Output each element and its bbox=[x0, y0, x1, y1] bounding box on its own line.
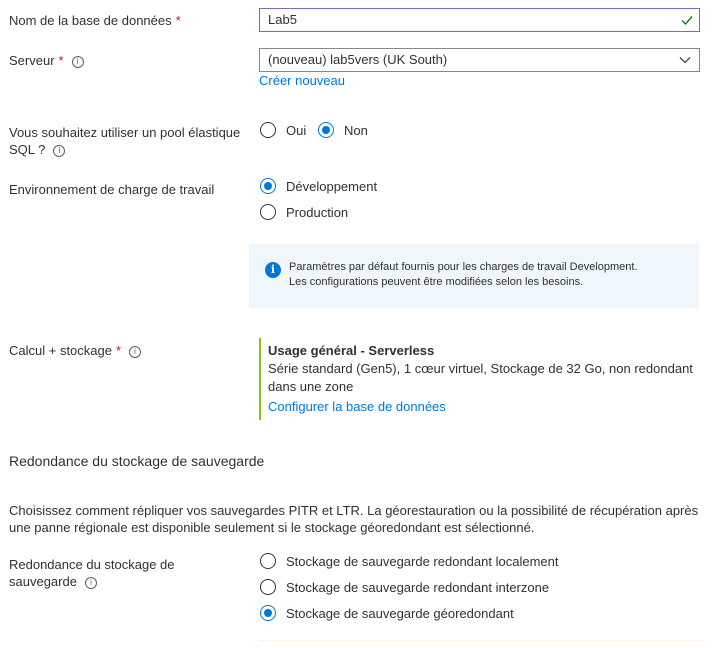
warning-box-edge bbox=[259, 640, 701, 641]
configure-db-link[interactable]: Configurer la base de données bbox=[268, 398, 693, 416]
create-new-link[interactable]: Créer nouveau bbox=[259, 73, 345, 88]
compute-label-text: Calcul + stockage bbox=[9, 343, 112, 358]
info-icon[interactable]: i bbox=[84, 577, 97, 589]
db-name-label: Nom de la base de données * bbox=[9, 12, 181, 29]
workload-dev-radio[interactable]: Développement bbox=[260, 176, 377, 196]
backup-section-title: Redondance du stockage de sauvegarde bbox=[9, 453, 265, 469]
required-marker: * bbox=[175, 13, 181, 28]
compute-accent-bar bbox=[259, 338, 261, 420]
radio-label: Stockage de sauvegarde redondant localem… bbox=[286, 553, 559, 569]
elastic-pool-label-line2: SQL ? bbox=[9, 142, 46, 157]
radio-label: Non bbox=[344, 122, 368, 138]
compute-label: Calcul + stockage * i bbox=[9, 342, 142, 359]
backup-desc-line2: une panne régionale est disponible seule… bbox=[9, 520, 535, 535]
backup-redundancy-label: Redondance du stockage de sauvegarde i bbox=[9, 556, 175, 590]
info-text-line2: Les configurations peuvent être modifiée… bbox=[289, 276, 584, 288]
required-marker: * bbox=[115, 343, 122, 358]
backup-zrs-radio[interactable]: Stockage de sauvegarde redondant interzo… bbox=[260, 577, 549, 597]
radio-button[interactable] bbox=[318, 122, 334, 138]
compute-title: Usage général - Serverless bbox=[268, 343, 435, 358]
radio-label: Stockage de sauvegarde géoredondant bbox=[286, 605, 514, 621]
elastic-pool-label: Vous souhaitez utiliser un pool élastiqu… bbox=[9, 124, 240, 158]
radio-label: Développement bbox=[286, 178, 378, 194]
info-icon[interactable]: i bbox=[71, 56, 84, 68]
backup-description: Choisissez comment répliquer vos sauvega… bbox=[9, 502, 698, 536]
radio-button[interactable] bbox=[260, 178, 276, 194]
required-marker: * bbox=[58, 53, 64, 68]
radio-label: Stockage de sauvegarde redondant interzo… bbox=[286, 579, 550, 595]
radio-button[interactable] bbox=[260, 204, 276, 220]
server-label: Serveur * i bbox=[9, 52, 84, 69]
compute-summary: Usage général - Serverless Série standar… bbox=[268, 342, 693, 416]
backup-label-line1: Redondance du stockage de bbox=[9, 557, 175, 572]
server-select[interactable]: (nouveau) lab5vers (UK South) bbox=[259, 48, 700, 72]
db-name-label-text: Nom de la base de données bbox=[9, 13, 172, 28]
radio-button[interactable] bbox=[260, 605, 276, 621]
server-value: (nouveau) lab5vers (UK South) bbox=[268, 52, 448, 67]
compute-desc-line2: dans une zone bbox=[268, 379, 354, 394]
radio-label: Oui bbox=[286, 122, 307, 138]
workload-label: Environnement de charge de travail bbox=[9, 182, 215, 197]
backup-label-line2: sauvegarde bbox=[9, 574, 77, 589]
backup-grs-radio[interactable]: Stockage de sauvegarde géoredondant bbox=[260, 603, 514, 623]
compute-desc-line1: Série standard (Gen5), 1 cœur virtuel, S… bbox=[268, 361, 693, 376]
elastic-pool-yes-radio[interactable]: Oui bbox=[260, 120, 306, 140]
server-label-text: Serveur bbox=[9, 53, 55, 68]
workload-info-box: i Paramètres par défaut fournis pour les… bbox=[249, 244, 699, 308]
info-icon[interactable]: i bbox=[129, 346, 142, 358]
radio-button[interactable] bbox=[260, 579, 276, 595]
info-icon: i bbox=[265, 262, 281, 278]
radio-label: Production bbox=[286, 204, 349, 220]
checkmark-icon bbox=[681, 9, 693, 38]
backup-lrs-radio[interactable]: Stockage de sauvegarde redondant localem… bbox=[260, 551, 558, 571]
db-name-value: Lab5 bbox=[268, 12, 297, 27]
db-name-input[interactable]: Lab5 bbox=[259, 8, 700, 32]
chevron-down-icon bbox=[679, 49, 691, 78]
backup-desc-line1: Choisissez comment répliquer vos sauvega… bbox=[9, 503, 699, 518]
radio-button[interactable] bbox=[260, 122, 276, 138]
info-text-line1: Paramètres par défaut fournis pour les c… bbox=[289, 261, 638, 273]
elastic-pool-no-radio[interactable]: Non bbox=[318, 120, 368, 140]
elastic-pool-label-line1: Vous souhaitez utiliser un pool élastiqu… bbox=[9, 125, 241, 140]
radio-button[interactable] bbox=[260, 553, 276, 569]
workload-prod-radio[interactable]: Production bbox=[260, 202, 348, 222]
info-icon[interactable]: i bbox=[53, 145, 66, 157]
